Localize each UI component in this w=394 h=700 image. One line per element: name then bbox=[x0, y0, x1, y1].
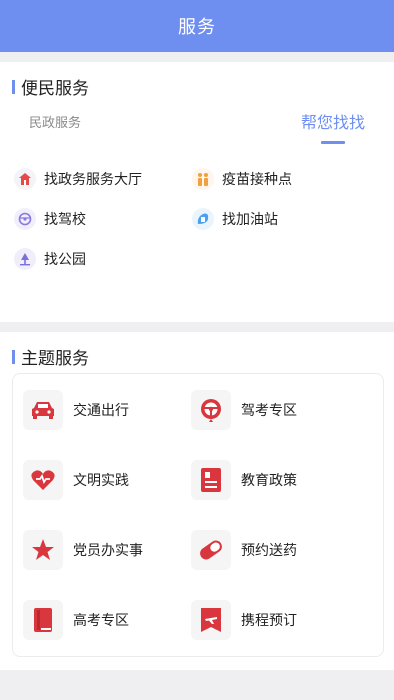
car-icon bbox=[23, 390, 63, 430]
theme-item-transport[interactable]: 交通出行 bbox=[23, 390, 129, 430]
gas-station-icon bbox=[192, 208, 214, 230]
park-icon bbox=[14, 248, 36, 270]
theme-item-education-policy[interactable]: 教育政策 bbox=[191, 460, 297, 500]
book-icon bbox=[23, 600, 63, 640]
pill-icon bbox=[191, 530, 231, 570]
theme-item-medicine-delivery[interactable]: 预约送药 bbox=[191, 530, 297, 570]
app-header: 服务 bbox=[0, 0, 394, 52]
star-icon bbox=[23, 530, 63, 570]
document-icon bbox=[191, 460, 231, 500]
government-hall-icon bbox=[14, 168, 36, 190]
theme-item-driving-test[interactable]: 驾考专区 bbox=[191, 390, 297, 430]
theme-item-civilization-practice[interactable]: 文明实践 bbox=[23, 460, 129, 500]
theme-services-card: 主题服务 交通出行 驾考专区 文明实践 教育政策 党员办实事 预约送药 高考专区… bbox=[0, 332, 394, 670]
finder-item-gas-station[interactable]: 找加油站 bbox=[192, 208, 278, 230]
heart-icon bbox=[23, 460, 63, 500]
section-bar bbox=[12, 349, 15, 364]
driving-school-icon bbox=[14, 208, 36, 230]
tab-civil-affairs[interactable]: 民政服务 bbox=[29, 112, 81, 131]
convenience-services-card: 便民服务 民政服务 帮您找找 找政务服务大厅 疫苗接种点 找驾校 找加油站 找公… bbox=[0, 62, 394, 322]
theme-item-college-exam[interactable]: 高考专区 bbox=[23, 600, 129, 640]
finder-item-driving-school[interactable]: 找驾校 bbox=[14, 208, 86, 230]
theme-item-ctrip-booking[interactable]: 携程预订 bbox=[191, 600, 297, 640]
page-title: 服务 bbox=[178, 17, 216, 38]
flight-ticket-icon bbox=[191, 600, 231, 640]
finder-item-park[interactable]: 找公园 bbox=[14, 248, 86, 270]
finder-item-government-hall[interactable]: 找政务服务大厅 bbox=[14, 168, 142, 190]
finder-item-vaccine[interactable]: 疫苗接种点 bbox=[192, 168, 292, 190]
steering-wheel-icon bbox=[191, 390, 231, 430]
tab-help-find[interactable]: 帮您找找 bbox=[301, 109, 365, 133]
tab-active-indicator bbox=[321, 141, 345, 144]
section-bar bbox=[12, 79, 15, 94]
section-title-themes: 主题服务 bbox=[12, 344, 89, 369]
section-title-convenience: 便民服务 bbox=[12, 74, 89, 99]
vaccine-icon bbox=[192, 168, 214, 190]
theme-grid: 交通出行 驾考专区 文明实践 教育政策 党员办实事 预约送药 高考专区 携程预订 bbox=[12, 373, 384, 657]
theme-item-party-member[interactable]: 党员办实事 bbox=[23, 530, 143, 570]
